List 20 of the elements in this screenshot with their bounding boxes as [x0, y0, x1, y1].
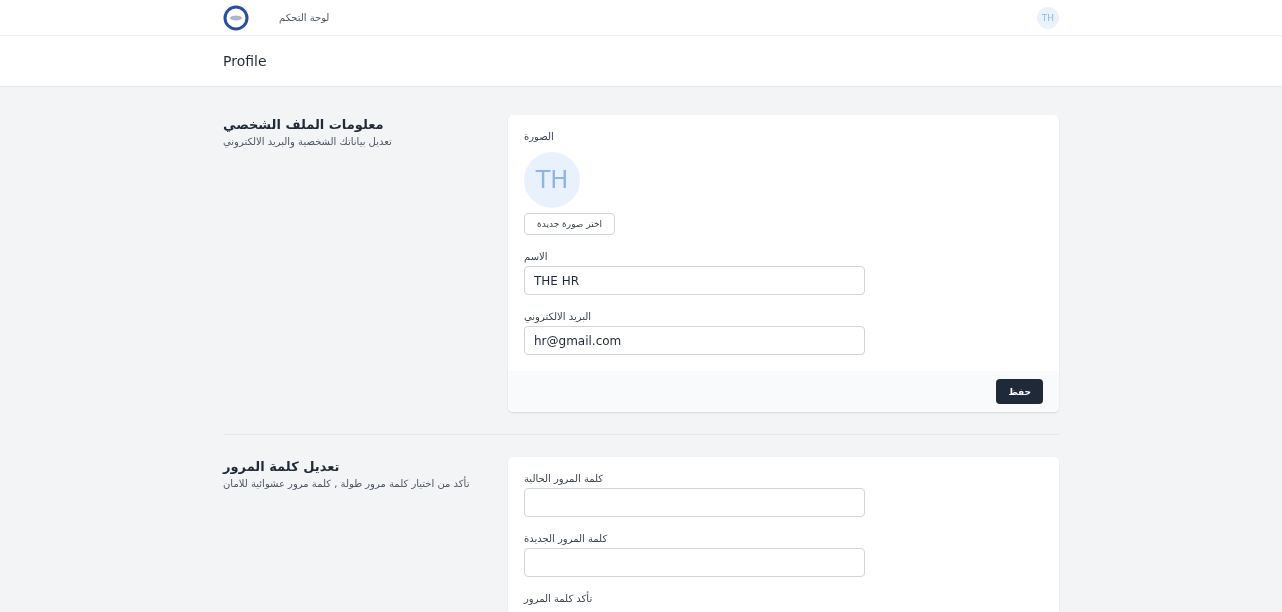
field-label: كلمة المرور الحالية: [524, 473, 604, 484]
input-field[interactable]: hr@gmail.com: [524, 326, 865, 355]
page-title: Profile: [223, 53, 268, 69]
save-button[interactable]: حفظ: [996, 379, 1043, 404]
field-label: تأكد كلمة المرور: [524, 593, 593, 604]
input-field[interactable]: [524, 548, 865, 577]
section-title: معلومات الملف الشخصي: [223, 117, 384, 132]
nav-link[interactable]: لوحة التحكم: [279, 12, 330, 23]
field-label: كلمة المرور الجديدة: [524, 533, 608, 544]
input-field[interactable]: [524, 488, 865, 517]
section-title: تعديل كلمة المرور: [223, 459, 340, 474]
choose-photo-button[interactable]: اختر صورة جديدة: [524, 213, 616, 235]
input-field[interactable]: THE HR: [524, 266, 865, 295]
section-description: تأكد من اختيار كلمة مرور طولة , كلمة مرور عشوائية للامان: [223, 478, 470, 489]
field-label: البريد الالكتروني: [524, 311, 592, 322]
field-label: الاسم: [524, 251, 548, 262]
field-label: الصورة: [524, 131, 554, 142]
logo-icon[interactable]: [223, 4, 249, 31]
section-description: تعديل بياناتك الشخصية والبريد الالكتروني: [223, 136, 392, 147]
profile-avatar: TH: [524, 152, 580, 208]
